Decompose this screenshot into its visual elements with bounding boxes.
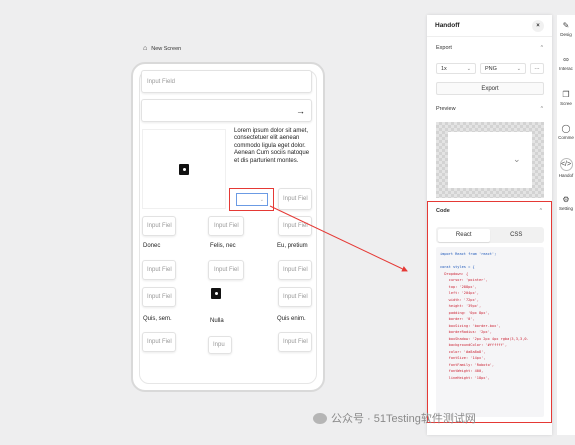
more-options-button[interactable]: ··· xyxy=(530,63,544,74)
strip-label: Scree xyxy=(560,101,572,106)
strip-label: Comme xyxy=(558,135,574,140)
export-section-header[interactable]: Export ^ xyxy=(427,45,552,51)
comment-icon: ◯ xyxy=(561,124,571,133)
preview-area: ⌄ xyxy=(436,122,544,198)
pen-icon: ✎ xyxy=(562,21,570,30)
code-line: lineHeight: '18px', xyxy=(440,375,490,380)
format-value: PNG xyxy=(485,65,497,72)
panel-header: Handoff × xyxy=(427,15,552,37)
more-icon: ··· xyxy=(534,65,540,72)
code-section-title: Code xyxy=(436,208,450,214)
strip-label: Desig xyxy=(560,32,572,37)
strip-label: Handof xyxy=(558,173,574,178)
preview-section-header[interactable]: Preview ^ xyxy=(427,106,552,112)
wechat-icon xyxy=(313,412,327,424)
code-icon: </> xyxy=(559,158,573,171)
handoff-panel: Handoff × Export ^ 1x ⌄ PNG ⌄ ··· Export… xyxy=(427,15,552,435)
watermark-text: 公众号 · 51Testing软件测试网 xyxy=(331,413,476,425)
settings-icon: ⚙ xyxy=(562,195,570,204)
tab-css[interactable]: CSS xyxy=(490,229,543,242)
code-section: Code ^ React CSS import React from 'reac… xyxy=(427,201,552,423)
scale-select[interactable]: 1x ⌄ xyxy=(436,63,476,74)
format-select[interactable]: PNG ⌄ xyxy=(480,63,526,74)
tool-strip: ✎ Desig ∞ Interac ❐ Scree ◯ Comme </> Ha… xyxy=(557,15,575,435)
export-button[interactable]: Export xyxy=(436,82,544,95)
preview-section-title: Preview xyxy=(436,106,456,112)
code-tabs: React CSS xyxy=(436,227,544,243)
strip-item-design[interactable]: ✎ Desig xyxy=(557,21,575,37)
scale-value: 1x xyxy=(441,65,447,72)
strip-item-screens[interactable]: ❐ Scree xyxy=(557,90,575,106)
strip-label: Interac xyxy=(559,66,573,71)
strip-item-handoff[interactable]: </> Handof xyxy=(557,158,575,178)
strip-label: Setting xyxy=(558,206,573,211)
chevron-down-icon: ⌄ xyxy=(513,154,521,164)
screens-icon: ❐ xyxy=(562,90,570,99)
strip-item-settings[interactable]: ⚙ Setting xyxy=(557,195,575,211)
chevron-up-icon: ^ xyxy=(540,45,543,51)
link-icon: ∞ xyxy=(563,55,569,64)
code-block: import React from 'react'; const styles … xyxy=(436,247,544,417)
strip-item-comments[interactable]: ◯ Comme xyxy=(557,124,575,140)
chevron-up-icon: ^ xyxy=(539,208,542,214)
watermark: 公众号 · 51Testing软件测试网 xyxy=(313,410,476,426)
chevron-down-icon: ⌄ xyxy=(516,65,521,72)
code-section-header[interactable]: Code ^ xyxy=(428,208,550,214)
close-icon[interactable]: × xyxy=(532,19,544,32)
tab-react[interactable]: React xyxy=(437,228,490,242)
chevron-up-icon: ^ xyxy=(540,106,543,112)
export-section-title: Export xyxy=(436,45,452,51)
chevron-down-icon: ⌄ xyxy=(466,65,471,72)
strip-item-interaction[interactable]: ∞ Interac xyxy=(557,55,575,71)
panel-title: Handoff xyxy=(435,22,460,29)
